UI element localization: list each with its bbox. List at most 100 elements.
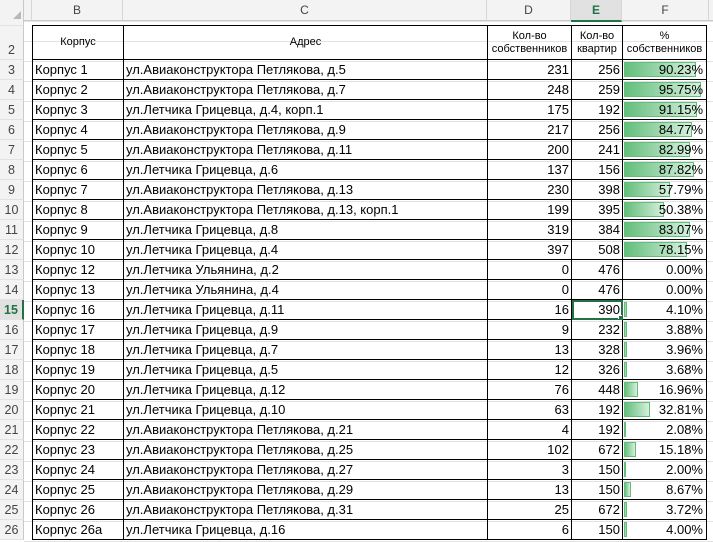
row-header-7[interactable]: 7 [0,139,24,160]
cell-owners[interactable]: 6 [487,519,572,540]
cell-address[interactable]: ул.Авиаконструктора Петлякова, д.13, кор… [123,199,488,220]
row-header-14[interactable]: 14 [0,279,24,300]
cell-korpus[interactable]: Корпус 18 [32,339,124,360]
cell-owners[interactable]: 137 [487,159,572,180]
cell-percent[interactable]: 2.08% [622,419,707,440]
cell-korpus[interactable]: Корпус 1 [32,59,124,80]
cell-korpus[interactable]: Корпус 8 [32,199,124,220]
header-percent[interactable]: % собственников [622,25,707,60]
cell-korpus[interactable]: Корпус 26 [32,499,124,520]
cell-percent[interactable]: 84.77% [622,119,707,140]
cell-korpus[interactable]: Корпус 9 [32,219,124,240]
cell-apartments[interactable]: 232 [571,319,623,340]
column-header-b[interactable]: B [32,0,123,21]
cell-owners[interactable]: 199 [487,199,572,220]
cell-owners[interactable]: 0 [487,259,572,280]
select-all-corner[interactable] [0,0,24,21]
cell-percent[interactable]: 83.07% [622,219,707,240]
cell-address[interactable]: ул.Авиаконструктора Петлякова, д.7 [123,79,488,100]
row-header-10[interactable]: 10 [0,199,24,220]
cell-address[interactable]: ул.Летчика Грицевца, д.16 [123,519,488,540]
cell-apartments[interactable]: 241 [571,139,623,160]
cell-korpus[interactable]: Корпус 5 [32,139,124,160]
column-header-f[interactable]: F [622,0,709,21]
cell-address[interactable]: ул.Летчика Грицевца, д.5 [123,359,488,380]
header-address[interactable]: Адрес [123,25,488,60]
cell-apartments[interactable]: 390 [571,299,623,320]
cell-owners[interactable]: 13 [487,339,572,360]
row-header-13[interactable]: 13 [0,259,24,280]
cell-korpus[interactable]: Корпус 13 [32,279,124,300]
cell-owners[interactable]: 319 [487,219,572,240]
cell-owners[interactable]: 200 [487,139,572,160]
cell-percent[interactable]: 78.15% [622,239,707,260]
cell-owners[interactable]: 16 [487,299,572,320]
cell-apartments[interactable]: 328 [571,339,623,360]
cell-address[interactable]: ул.Летчика Грицевца, д.7 [123,339,488,360]
row-header-21[interactable]: 21 [0,419,24,440]
cell-korpus[interactable]: Корпус 22 [32,419,124,440]
cell-address[interactable]: ул.Летчика Грицевца, д.6 [123,159,488,180]
cell-apartments[interactable]: 384 [571,219,623,240]
cell-percent[interactable]: 3.68% [622,359,707,380]
cell-apartments[interactable]: 150 [571,479,623,500]
header-apartments[interactable]: Кол-во квартир [571,25,623,60]
cell-address[interactable]: ул.Летчика Ульянина, д.4 [123,279,488,300]
row-header-23[interactable]: 23 [0,459,24,480]
cell-percent[interactable]: 8.67% [622,479,707,500]
cell-address[interactable]: ул.Летчика Грицевца, д.11 [123,299,488,320]
column-header-c[interactable]: C [123,0,487,21]
cell-address[interactable]: ул.Авиаконструктора Петлякова, д.31 [123,499,488,520]
row-header-19[interactable]: 19 [0,379,24,400]
cell-percent[interactable]: 0.00% [622,279,707,300]
row-header-8[interactable]: 8 [0,159,24,180]
row-header-17[interactable]: 17 [0,339,24,360]
cell-apartments[interactable]: 156 [571,159,623,180]
row-header-1[interactable] [0,21,24,26]
cell-korpus[interactable]: Корпус 3 [32,99,124,120]
cell-apartments[interactable]: 508 [571,239,623,260]
cell-owners[interactable]: 397 [487,239,572,260]
cell-percent[interactable]: 3.72% [622,499,707,520]
cell-apartments[interactable]: 256 [571,119,623,140]
cell-percent[interactable]: 2.00% [622,459,707,480]
cell-percent[interactable]: 82.99% [622,139,707,160]
row-header-2[interactable]: 2 [0,25,24,60]
cell-address[interactable]: ул.Летчика Грицевца, д.8 [123,219,488,240]
cell-address[interactable]: ул.Авиаконструктора Петлякова, д.21 [123,419,488,440]
row-header-24[interactable]: 24 [0,479,24,500]
cell-korpus[interactable]: Корпус 10 [32,239,124,260]
cell-percent[interactable]: 50.38% [622,199,707,220]
row-header-25[interactable]: 25 [0,499,24,520]
cell-address[interactable]: ул.Летчика Грицевца, д.10 [123,399,488,420]
cell-apartments[interactable]: 150 [571,519,623,540]
cell-korpus[interactable]: Корпус 16 [32,299,124,320]
cell-percent[interactable]: 3.88% [622,319,707,340]
header-korpus[interactable]: Корпус [32,25,124,60]
cell-apartments[interactable]: 256 [571,59,623,80]
cell-address[interactable]: ул.Летчика Грицевца, д.4, корп.1 [123,99,488,120]
row-header-11[interactable]: 11 [0,219,24,240]
cell-apartments[interactable]: 476 [571,259,623,280]
cell-korpus[interactable]: Корпус 24 [32,459,124,480]
cell-apartments[interactable]: 395 [571,199,623,220]
cell-korpus[interactable]: Корпус 4 [32,119,124,140]
cell-korpus[interactable]: Корпус 23 [32,439,124,460]
cell-percent[interactable]: 4.10% [622,299,707,320]
row-header-6[interactable]: 6 [0,119,24,140]
row-header-3[interactable]: 3 [0,59,24,80]
cell-address[interactable]: ул.Авиаконструктора Петлякова, д.29 [123,479,488,500]
cell-apartments[interactable]: 672 [571,499,623,520]
cell-owners[interactable]: 4 [487,419,572,440]
cell-apartments[interactable]: 448 [571,379,623,400]
cell-percent[interactable]: 15.18% [622,439,707,460]
cell-address[interactable]: ул.Авиаконструктора Петлякова, д.9 [123,119,488,140]
cell-owners[interactable]: 248 [487,79,572,100]
cell-owners[interactable]: 76 [487,379,572,400]
cell-address[interactable]: ул.Авиаконструктора Петлякова, д.11 [123,139,488,160]
cell-owners[interactable]: 25 [487,499,572,520]
cell-address[interactable]: ул.Летчика Грицевца, д.4 [123,239,488,260]
cell-owners[interactable]: 217 [487,119,572,140]
cell-apartments[interactable]: 326 [571,359,623,380]
cell-address[interactable]: ул.Авиаконструктора Петлякова, д.27 [123,459,488,480]
